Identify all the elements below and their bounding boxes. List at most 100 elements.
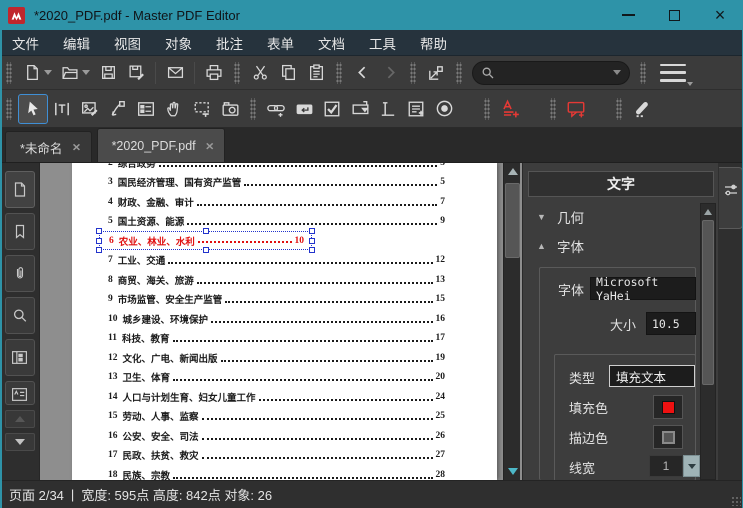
edit-image-tool-button[interactable] [76, 96, 104, 122]
font-section-header[interactable]: ▲ 字体 [537, 236, 584, 256]
toolbar-grip[interactable] [336, 61, 342, 84]
properties-panel-tab[interactable] [719, 167, 743, 229]
tab-close-icon[interactable]: × [72, 140, 80, 154]
sidebar-search-button[interactable] [4, 297, 35, 334]
type-combobox[interactable]: 填充文本 [609, 365, 695, 387]
scroll-up-button[interactable] [504, 163, 521, 180]
toc-row[interactable]: 5 国土资源、能源 9 [72, 212, 497, 232]
listbox-field-tool[interactable] [402, 96, 430, 122]
radio-button-field-tool[interactable] [430, 96, 458, 122]
add-text-annotation-tool[interactable] [496, 96, 524, 122]
text-field-tool[interactable] [374, 96, 402, 122]
open-file-button[interactable] [56, 60, 84, 86]
toc-row[interactable]: 17 民政、扶贫、救灾 27 [72, 446, 497, 466]
menu-document[interactable]: 文档 [306, 30, 357, 56]
search-dropdown-caret[interactable] [613, 70, 621, 75]
tab-untitled[interactable]: *未命名 × [5, 131, 92, 162]
add-sticky-note-tool[interactable] [562, 96, 590, 122]
expand-triangle-icon[interactable]: ▲ [537, 241, 547, 251]
selection-handle[interactable] [202, 247, 209, 254]
toc-row[interactable]: 13 卫生、体育 20 [72, 368, 497, 388]
selection-handle[interactable] [96, 247, 102, 254]
toc-row[interactable]: 2 综合政务 3 [72, 163, 497, 173]
geometry-section-header[interactable]: ▼ 几何 [537, 207, 584, 227]
select-text-area-tool-button[interactable] [188, 96, 216, 122]
toc-row[interactable]: 8 商贸、海关、旅游 13 [72, 270, 497, 290]
toolbar-grip[interactable] [640, 61, 646, 84]
selection-handle[interactable] [96, 237, 102, 244]
selection-handle[interactable] [96, 228, 102, 235]
cut-button[interactable] [246, 60, 274, 86]
toolbar-grip[interactable] [550, 97, 556, 120]
titlebar[interactable]: *2020_PDF.pdf - Master PDF Editor × [0, 0, 743, 30]
toolbar-grip[interactable] [410, 61, 416, 84]
checkbox-field-tool[interactable] [318, 96, 346, 122]
new-document-dropdown-caret[interactable] [44, 70, 52, 75]
add-link-tool-button[interactable] [262, 96, 290, 122]
toc-row[interactable]: 18 民族、宗教 28 [72, 465, 497, 480]
selected-text-object[interactable]: 6 农业、林业、水利 10 [96, 228, 315, 254]
edit-text-tool-button[interactable] [48, 96, 76, 122]
toolbar-grip[interactable] [616, 97, 622, 120]
toc-row[interactable]: 3 国民经济管理、国有资产监管 5 [72, 173, 497, 193]
sidebar-properties-button[interactable] [4, 381, 35, 405]
panel-scrollbar[interactable] [700, 203, 716, 480]
sidebar-scroll-up-button[interactable] [4, 410, 35, 428]
close-button[interactable]: × [697, 0, 743, 30]
sidebar-form-fields-button[interactable] [4, 339, 35, 376]
sidebar-attachments-button[interactable] [4, 255, 35, 292]
line-width-caret-button[interactable] [683, 455, 700, 477]
stroke-color-button[interactable] [653, 425, 683, 449]
edit-forms-tool-button[interactable] [132, 96, 160, 122]
minimize-button[interactable] [605, 0, 651, 30]
toolbar-grip[interactable] [6, 97, 12, 120]
save-button[interactable] [94, 60, 122, 86]
toc-row[interactable]: 10 城乡建设、环境保护 16 [72, 309, 497, 329]
scroll-down-button[interactable] [504, 463, 521, 480]
menu-view[interactable]: 视图 [102, 30, 153, 56]
push-button-field-tool[interactable] [290, 96, 318, 122]
toc-row[interactable]: 4 财政、金融、审计 7 [72, 192, 497, 212]
selection-handle[interactable] [202, 228, 209, 235]
selection-handle[interactable] [309, 237, 315, 244]
fill-color-button[interactable] [653, 395, 683, 419]
resize-grip[interactable] [731, 496, 741, 506]
combobox-field-tool[interactable] [346, 96, 374, 122]
tab-close-icon[interactable]: × [206, 138, 214, 152]
print-button[interactable] [200, 60, 228, 86]
toolbar-grip[interactable] [250, 97, 256, 120]
snapshot-tool-button[interactable] [216, 96, 244, 122]
menu-object[interactable]: 对象 [153, 30, 204, 56]
toc-row-selected[interactable]: 6 农业、林业、水利 10 [72, 228, 497, 254]
select-tool-button[interactable] [18, 93, 48, 124]
save-as-button[interactable] [122, 60, 150, 86]
panel-scroll-up-button[interactable] [701, 204, 715, 219]
next-view-button[interactable] [376, 60, 404, 86]
document-canvas[interactable]: 2 综合政务 3 3 国民经济管理、国有资产监管 5 4 财政、金融、审计 7 5 国土资源、… [40, 163, 522, 480]
edit-path-tool-button[interactable] [104, 96, 132, 122]
toc-row[interactable]: 7 工业、交通 12 [72, 251, 497, 271]
selection-handle[interactable] [309, 247, 315, 254]
new-document-button[interactable] [18, 60, 46, 86]
maximize-button[interactable] [651, 0, 697, 30]
menu-tools[interactable]: 工具 [357, 30, 408, 56]
selection-handle[interactable] [309, 228, 315, 235]
toolbar-grip[interactable] [6, 61, 12, 84]
collapse-triangle-icon[interactable]: ▼ [537, 212, 547, 222]
hand-tool-button[interactable] [160, 96, 188, 122]
menu-file[interactable]: 文件 [0, 30, 51, 56]
menu-edit[interactable]: 编辑 [51, 30, 102, 56]
scrollbar-thumb[interactable] [505, 183, 520, 258]
tab-2020-pdf[interactable]: *2020_PDF.pdf × [96, 128, 225, 162]
previous-view-button[interactable] [348, 60, 376, 86]
highlighter-tool[interactable] [628, 96, 656, 122]
menu-forms[interactable]: 表单 [255, 30, 306, 56]
menu-help[interactable]: 帮助 [408, 30, 459, 56]
toc-row[interactable]: 12 文化、广电、新闻出版 19 [72, 348, 497, 368]
toolbar-grip[interactable] [456, 61, 462, 84]
copy-button[interactable] [274, 60, 302, 86]
font-name-input[interactable]: Microsoft YaHei [590, 275, 696, 303]
toolbar-grip[interactable] [484, 97, 490, 120]
toc-row[interactable]: 14 人口与计划生育、妇女儿童工作 24 [72, 387, 497, 407]
line-width-input[interactable]: 1 [649, 455, 683, 477]
